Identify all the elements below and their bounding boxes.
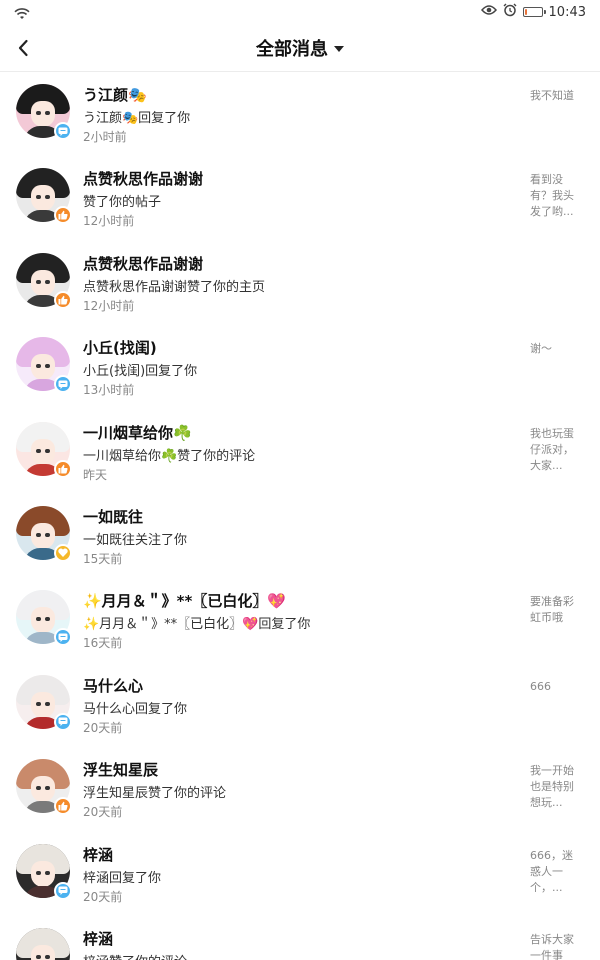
message-time: 16天前	[83, 636, 123, 651]
alarm-icon	[503, 3, 517, 21]
avatar-container	[16, 759, 72, 816]
sender-name: 一如既往	[83, 507, 144, 526]
message-time: 20天前	[83, 805, 123, 820]
reply-badge-icon	[54, 375, 72, 394]
message-row[interactable]: 马什么心 马什么心回复了你 20天前 666	[0, 663, 600, 747]
avatar-container	[16, 337, 72, 394]
message-action: 小丘(找闺)回复了你	[83, 364, 198, 380]
message-action: 点赞秋思作品谢谢赞了你的主页	[83, 279, 266, 295]
sender-name: ✨月月＆＂》**〖已白化〗💖	[83, 592, 287, 611]
message-time: 20天前	[83, 889, 123, 904]
message-action: 一如既往关注了你	[83, 532, 188, 548]
sender-name: う江颜🎭	[83, 86, 147, 104]
avatar-container	[16, 84, 72, 140]
message-time: 12小时前	[83, 214, 135, 229]
sender-name: 小丘(找闺)	[83, 339, 157, 358]
message-time: 13小时前	[83, 383, 135, 398]
reply-badge-icon	[54, 122, 72, 140]
message-row[interactable]: 浮生知星辰 浮生知星辰赞了你的评论 20天前 我一开始也是特别想玩...	[0, 747, 600, 831]
avatar-container	[16, 590, 72, 647]
message-row[interactable]: 点赞秋思作品谢谢 点赞秋思作品谢谢赞了你的主页 12小时前	[0, 241, 600, 325]
message-row[interactable]: 小丘(找闺) 小丘(找闺)回复了你 13小时前 谢～	[0, 325, 600, 409]
message-time: 15天前	[83, 551, 123, 566]
reply-badge-icon	[54, 712, 72, 731]
message-action: 赞了你的帖子	[83, 195, 162, 211]
sender-name: 马什么心	[83, 676, 144, 695]
avatar-container	[16, 927, 70, 960]
status-bar: 10:43	[0, 0, 600, 24]
like-badge-icon	[54, 797, 72, 816]
message-action: 一川烟草给你☘️赞了你的评论	[83, 448, 256, 464]
avatar-container	[16, 505, 72, 562]
sender-name: 点赞秋思作品谢谢	[83, 254, 204, 273]
message-preview: 看到没有？我头发了哟...	[530, 173, 574, 219]
message-preview: 谢～	[530, 342, 552, 356]
like-badge-icon	[54, 290, 72, 309]
status-time: 10:43	[548, 4, 586, 20]
message-action: 梓涵回复了你	[83, 870, 162, 886]
sender-name: 一川烟草给你☘️	[83, 423, 192, 442]
follow-badge-icon	[54, 543, 72, 562]
avatar-container	[16, 252, 72, 309]
avatar-container	[16, 421, 72, 478]
caret-down-icon	[334, 46, 344, 52]
message-action: う江颜🎭回复了你	[83, 111, 191, 126]
battery-icon	[522, 7, 546, 17]
avatar-container	[16, 843, 72, 900]
message-action: ✨月月＆＂》**〖已白化〗💖回复了你	[83, 617, 311, 633]
message-row[interactable]: 梓涵 梓涵回复了你 20天前 666，迷惑人一个，...	[0, 832, 600, 916]
message-row[interactable]: 梓涵 梓涵赞了你的评论 告诉大家一件事	[0, 916, 600, 960]
battery-level	[524, 9, 528, 15]
wifi-icon	[14, 5, 30, 24]
message-row[interactable]: う江颜🎭 う江颜🎭回复了你 2小时前 我不知道	[0, 72, 600, 156]
eye-icon	[480, 4, 497, 20]
sender-name: 梓涵	[83, 929, 114, 948]
message-action: 浮生知星辰赞了你的评论	[83, 786, 227, 802]
message-time: 20天前	[83, 720, 123, 735]
message-row[interactable]: 一如既往 一如既往关注了你 15天前	[0, 494, 600, 578]
message-preview: 我不知道	[530, 89, 574, 102]
message-row[interactable]: 一川烟草给你☘️ 一川烟草给你☘️赞了你的评论 昨天 我也玩蛋仔派对，大家...	[0, 410, 600, 494]
message-time: 12小时前	[83, 298, 135, 313]
message-time: 昨天	[83, 467, 108, 482]
message-preview: 666	[530, 679, 551, 693]
avatar[interactable]	[16, 927, 70, 960]
message-action: 梓涵赞了你的评论	[83, 951, 187, 960]
page-title: 全部消息	[256, 39, 328, 60]
message-row[interactable]: 点赞秋思作品谢谢 赞了你的帖子 12小时前 看到没有？我头发了哟...	[0, 156, 600, 240]
message-preview: 666，迷惑人一个，...	[530, 848, 573, 894]
header: 全部消息	[0, 24, 600, 72]
message-time: 2小时前	[83, 130, 127, 144]
message-list: う江颜🎭 う江颜🎭回复了你 2小时前 我不知道 点赞秋思作品谢谢 赞了你的帖子 …	[0, 72, 600, 960]
avatar-container	[16, 168, 72, 225]
message-preview: 要准备彩虹币哦	[530, 595, 574, 625]
avatar-container	[16, 674, 72, 731]
message-preview: 告诉大家一件事	[530, 932, 574, 960]
message-action: 马什么心回复了你	[83, 701, 188, 717]
message-filter-dropdown[interactable]: 全部消息	[0, 24, 600, 72]
message-preview: 我也玩蛋仔派对，大家...	[530, 426, 574, 472]
message-preview: 我一开始也是特别想玩...	[530, 764, 574, 810]
sender-name: 梓涵	[83, 845, 114, 864]
reply-badge-icon	[54, 628, 72, 647]
like-badge-icon	[54, 459, 72, 478]
like-badge-icon	[54, 206, 72, 225]
sender-name: 浮生知星辰	[83, 761, 159, 780]
message-row[interactable]: ✨月月＆＂》**〖已白化〗💖 ✨月月＆＂》**〖已白化〗💖回复了你 16天前 要…	[0, 578, 600, 662]
reply-badge-icon	[54, 881, 72, 900]
sender-name: 点赞秋思作品谢谢	[83, 170, 204, 189]
